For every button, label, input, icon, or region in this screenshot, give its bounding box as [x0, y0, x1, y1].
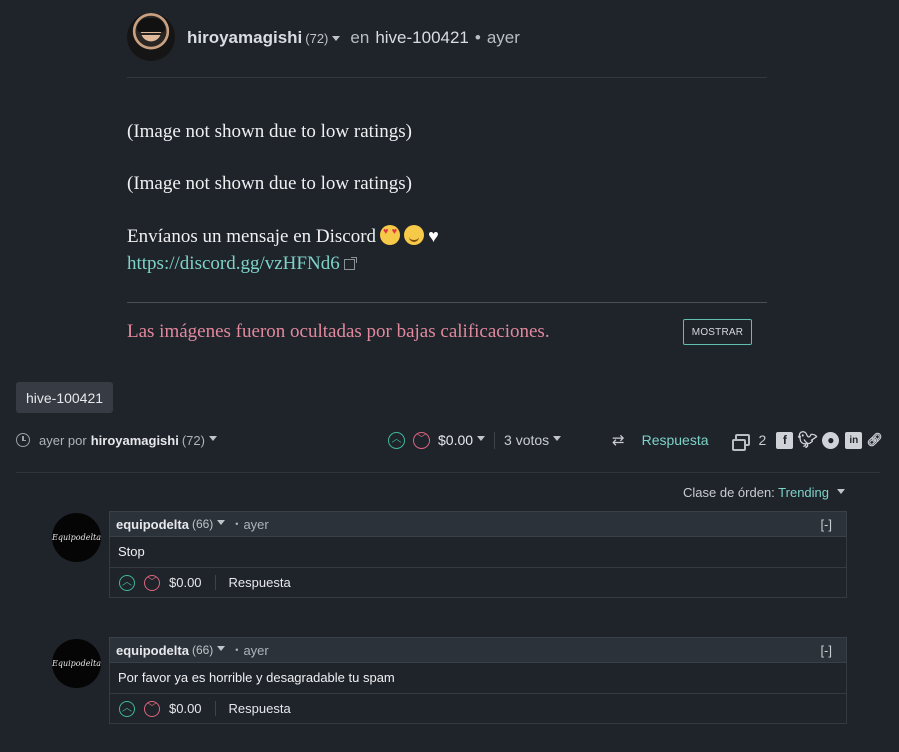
post-payout[interactable]: $0.00	[438, 432, 473, 448]
facebook-icon[interactable]: f	[776, 431, 794, 449]
meta-time: ayer por	[39, 432, 87, 448]
votes-dropdown-icon[interactable]	[553, 435, 562, 441]
collapse-button[interactable]: [-]	[820, 643, 832, 658]
body-line-1: (Image not shown due to low ratings)	[127, 121, 412, 142]
comment-upvote-button[interactable]: ︿	[119, 700, 135, 717]
comment-header: equipodelta (66) • ayer [-]	[109, 511, 847, 537]
comment-time[interactable]: ayer	[243, 643, 268, 658]
post-meta: ayer por hiroyamagishi (72)	[16, 431, 217, 449]
body-line-3: Envíanos un mensaje en Discord ♥	[127, 225, 439, 248]
sort-control: Clase de órden: Trending	[683, 485, 845, 500]
discord-link[interactable]: https://discord.gg/vzHFNd6	[127, 253, 340, 274]
external-link-icon	[343, 257, 357, 270]
votes-count[interactable]: 3 votos	[504, 432, 549, 448]
comment-avatar[interactable]: Equipodelta	[52, 639, 101, 688]
meta-author-dropdown-icon[interactable]	[208, 435, 217, 441]
comment-downvote-button[interactable]: ﹀	[144, 574, 160, 591]
author-avatar[interactable]	[127, 13, 175, 61]
comments-divider	[16, 472, 880, 473]
reblog-icon[interactable]: ⇄	[612, 431, 625, 449]
comment-reply-button[interactable]: Respuesta	[229, 701, 291, 716]
linkedin-icon[interactable]: in	[845, 431, 863, 449]
post-author-line: hiroyamagishi (72) en hive-100421 • ayer	[187, 28, 520, 48]
discord-link-line: https://discord.gg/vzHFNd6	[127, 253, 357, 275]
comment-footer-separator	[214, 575, 216, 590]
twitter-icon[interactable]: 🐦︎	[798, 432, 818, 449]
sort-label: Clase de órden:	[683, 485, 775, 500]
hidden-images-notice: Las imágenes fueron ocultadas por bajas …	[127, 321, 550, 342]
post-actions: ⇄ Respuesta 2 f 🐦︎ ● in 🔗︎	[612, 431, 884, 451]
comment-time[interactable]: ayer	[243, 517, 268, 532]
comment-downvote-button[interactable]: ﹀	[144, 700, 160, 717]
clock-icon	[16, 433, 30, 447]
discord-message-text: Envíanos un mensaje en Discord	[127, 226, 377, 247]
bullet-separator: •	[235, 645, 239, 655]
header-divider	[127, 77, 767, 78]
comment-payout[interactable]: $0.00	[169, 701, 202, 716]
link-icon[interactable]: 🔗︎	[866, 432, 884, 449]
hugging-emoji-icon	[404, 225, 425, 245]
comments-icon[interactable]	[731, 434, 750, 451]
comment-payout[interactable]: $0.00	[169, 575, 202, 590]
comment-footer-separator	[214, 701, 216, 716]
payout-dropdown-icon[interactable]	[477, 435, 486, 441]
comment-author-rep: (66)	[191, 643, 214, 657]
body-line-2: (Image not shown due to low ratings)	[127, 173, 412, 194]
upvote-button[interactable]: ︿	[388, 431, 405, 449]
comment-author[interactable]: equipodelta	[116, 643, 189, 658]
meta-author[interactable]: hiroyamagishi	[91, 433, 179, 448]
footer-separator	[494, 431, 496, 449]
comment-reply-button[interactable]: Respuesta	[229, 575, 291, 590]
comment-text: Por favor ya es horrible y desagradable …	[110, 663, 846, 694]
comment-author-dropdown-icon[interactable]	[217, 645, 226, 651]
white-heart-icon: ♥	[428, 226, 439, 246]
comment-text: Stop	[110, 537, 846, 568]
community-link[interactable]: hive-100421	[375, 28, 469, 48]
reddit-icon[interactable]: ●	[822, 431, 840, 449]
in-label: en	[350, 28, 370, 47]
comment-count[interactable]: 2	[759, 432, 767, 448]
sort-value[interactable]: Trending	[778, 485, 829, 500]
comment-upvote-button[interactable]: ︿	[119, 574, 135, 591]
post-author-rep: (72)	[305, 31, 329, 46]
comment-body: Stop ︿ ﹀ $0.00 Respuesta	[109, 537, 847, 598]
reply-button[interactable]: Respuesta	[642, 432, 709, 448]
meta-author-rep: (72)	[181, 432, 205, 448]
body-divider	[127, 302, 767, 303]
author-dropdown-icon[interactable]	[332, 36, 341, 41]
comment-footer: ︿ ﹀ $0.00 Respuesta	[110, 694, 846, 723]
comment-header: equipodelta (66) • ayer [-]	[109, 637, 847, 663]
comment-author[interactable]: equipodelta	[116, 517, 189, 532]
community-tag[interactable]: hive-100421	[16, 382, 113, 413]
comment-author-dropdown-icon[interactable]	[217, 519, 226, 525]
heart-eyes-emoji-icon	[380, 225, 401, 245]
post-time: ayer	[486, 28, 520, 47]
bullet-separator: •	[235, 519, 239, 529]
sort-dropdown-icon[interactable]	[836, 489, 845, 495]
comment-footer: ︿ ﹀ $0.00 Respuesta	[110, 568, 846, 597]
show-images-button[interactable]: MOSTRAR	[683, 319, 752, 345]
collapse-button[interactable]: [-]	[820, 517, 832, 532]
comment-avatar[interactable]: Equipodelta	[52, 513, 101, 562]
comment-body: Por favor ya es horrible y desagradable …	[109, 663, 847, 724]
post-author-name[interactable]: hiroyamagishi	[187, 28, 302, 48]
vote-controls: ︿ ﹀ $0.00 3 votos	[388, 431, 562, 449]
comment-author-rep: (66)	[191, 517, 214, 531]
bullet-separator: •	[474, 28, 481, 47]
downvote-button[interactable]: ﹀	[413, 431, 430, 449]
